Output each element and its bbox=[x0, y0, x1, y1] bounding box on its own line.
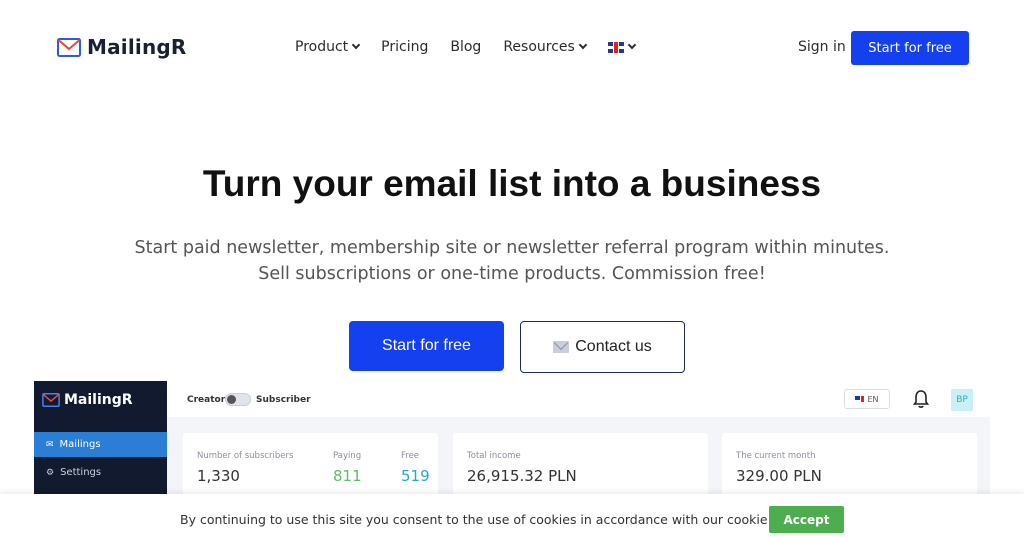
accept-cookies-button[interactable]: Accept bbox=[769, 506, 844, 533]
menu-item-blog[interactable]: Blog bbox=[450, 39, 481, 55]
sidebar-item-mailings: ✉ Mailings bbox=[34, 432, 167, 457]
free-value: 519 bbox=[401, 467, 430, 485]
app-brand-logo: MailingR bbox=[42, 392, 133, 408]
language-selector[interactable] bbox=[607, 39, 637, 55]
chevron-down-icon bbox=[578, 40, 588, 50]
uk-flag-icon bbox=[607, 41, 624, 53]
hero-subtitle-line: Start paid newsletter, membership site o… bbox=[134, 238, 890, 258]
envelope-logo-icon bbox=[57, 37, 81, 57]
cookie-message: By continuing to use this site you conse… bbox=[180, 512, 724, 527]
menu-item-product[interactable]: Product bbox=[295, 39, 361, 55]
paying-label: Paying bbox=[333, 451, 362, 461]
app-language-select: EN bbox=[844, 389, 890, 409]
menu-item-label: Blog bbox=[450, 39, 482, 55]
uk-flag-icon bbox=[855, 396, 865, 402]
sidebar-item-label: Mailings bbox=[59, 439, 101, 450]
sidebar-item-label: Settings bbox=[60, 467, 102, 478]
bell-icon bbox=[913, 390, 929, 408]
free-label: Free bbox=[401, 451, 420, 461]
main-menu: Product Pricing Blog Resources bbox=[295, 39, 657, 55]
toggle-label-subscriber: Subscriber bbox=[256, 395, 311, 405]
contact-us-button[interactable]: Contact us bbox=[520, 321, 685, 373]
mail-icon: ✉ bbox=[46, 439, 54, 450]
app-brand-name: MailingR bbox=[64, 392, 133, 408]
sidebar-item-settings: ⚙ Settings bbox=[34, 460, 167, 485]
start-for-free-nav-button[interactable]: Start for free bbox=[851, 31, 969, 65]
role-toggle bbox=[225, 393, 251, 406]
hero-title: Turn your email list into a business bbox=[202, 163, 822, 204]
brand-name: MailingR bbox=[87, 35, 187, 59]
cookie-text: By continuing to use this site you conse… bbox=[180, 512, 811, 527]
chevron-down-icon bbox=[351, 40, 361, 50]
chevron-down-icon bbox=[627, 40, 637, 50]
sign-in-link[interactable]: Sign in bbox=[798, 39, 846, 55]
card-value: 26,915.32 PLN bbox=[467, 467, 577, 485]
start-for-free-button[interactable]: Start for free bbox=[349, 321, 504, 371]
hero-subtitle: Start paid newsletter, membership site o… bbox=[0, 235, 1024, 287]
cookie-consent-bar: By continuing to use this site you conse… bbox=[0, 494, 1024, 538]
card-label: Number of subscribers bbox=[197, 451, 294, 461]
avatar: BP bbox=[951, 389, 973, 411]
app-language-label: EN bbox=[867, 394, 879, 404]
contact-us-label: Contact us bbox=[575, 338, 652, 355]
envelope-icon bbox=[553, 341, 570, 353]
card-label: The current month bbox=[736, 451, 816, 461]
app-topbar: Creator Subscriber EN BP bbox=[167, 381, 990, 417]
paying-value: 811 bbox=[333, 467, 362, 485]
envelope-logo-icon bbox=[42, 393, 60, 407]
gear-icon: ⚙ bbox=[46, 467, 55, 478]
menu-item-label: Resources bbox=[503, 39, 575, 55]
hero-subtitle-line: Sell subscriptions or one-time products.… bbox=[258, 264, 766, 284]
menu-item-label: Pricing bbox=[381, 39, 429, 55]
brand-logo[interactable]: MailingR bbox=[57, 35, 187, 59]
top-navigation: MailingR Product Pricing Blog Resources … bbox=[0, 0, 1024, 96]
menu-item-label: Product bbox=[295, 39, 349, 55]
card-value: 1,330 bbox=[197, 467, 240, 485]
toggle-label-creator: Creator bbox=[187, 395, 226, 405]
card-label: Total income bbox=[467, 451, 521, 461]
menu-item-pricing[interactable]: Pricing bbox=[381, 39, 428, 55]
menu-item-resources[interactable]: Resources bbox=[503, 39, 588, 55]
card-value: 329.00 PLN bbox=[736, 467, 822, 485]
